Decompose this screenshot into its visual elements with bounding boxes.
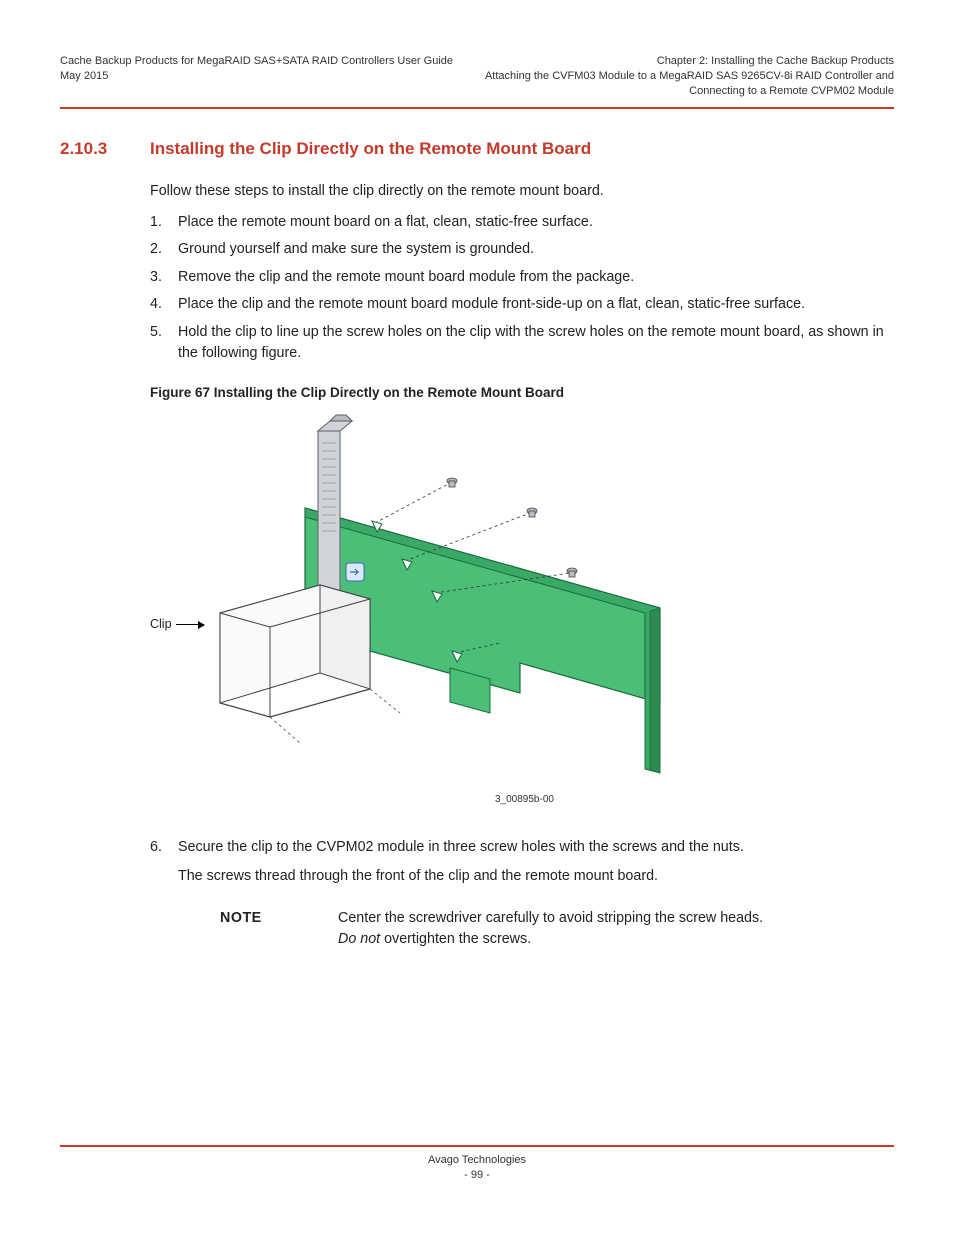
page-footer: Avago Technologies - 99 -	[60, 1145, 894, 1183]
note-line2: Do not overtighten the screws.	[338, 929, 763, 950]
steps-list: Place the remote mount board on a flat, …	[150, 212, 894, 365]
chapter-subtitle-2: Connecting to a Remote CVPM02 Module	[485, 84, 894, 99]
doc-date: May 2015	[60, 69, 453, 84]
note-line1: Center the screwdriver carefully to avoi…	[338, 908, 763, 929]
section-number: 2.10.3	[60, 139, 122, 159]
page-header: Cache Backup Products for MegaRAID SAS+S…	[60, 54, 894, 99]
steps-list-continued: Secure the clip to the CVPM02 module in …	[150, 837, 894, 888]
section-heading: 2.10.3 Installing the Clip Directly on t…	[60, 139, 894, 159]
intro-paragraph: Follow these steps to install the clip d…	[150, 181, 894, 202]
list-item: Ground yourself and make sure the system…	[150, 239, 894, 260]
figure-diagram	[150, 413, 710, 793]
note-emphasis: Do not	[338, 931, 380, 947]
figure-caption: Figure 67 Installing the Clip Directly o…	[150, 383, 894, 403]
chapter-subtitle-1: Attaching the CVFM03 Module to a MegaRAI…	[485, 69, 894, 84]
footer-page-number: - 99 -	[60, 1168, 894, 1183]
body-content: Follow these steps to install the clip d…	[150, 181, 894, 951]
note-body: Center the screwdriver carefully to avoi…	[338, 908, 763, 951]
step6-subtext: The screws thread through the front of t…	[178, 866, 894, 887]
document-page: Cache Backup Products for MegaRAID SAS+S…	[0, 0, 954, 1235]
section-title: Installing the Clip Directly on the Remo…	[150, 139, 591, 159]
figure-reference-number: 3_00895b-00	[495, 792, 554, 807]
list-item: Remove the clip and the remote mount boa…	[150, 267, 894, 288]
note-line2-rest: overtighten the screws.	[380, 931, 531, 947]
step6-text: Secure the clip to the CVPM02 module in …	[178, 839, 744, 855]
figure-67: Clip 3_00895b-00	[150, 413, 710, 813]
doc-title: Cache Backup Products for MegaRAID SAS+S…	[60, 54, 453, 69]
header-right: Chapter 2: Installing the Cache Backup P…	[485, 54, 894, 99]
chapter-title: Chapter 2: Installing the Cache Backup P…	[485, 54, 894, 69]
note-label: NOTE	[220, 908, 338, 951]
list-item: Place the remote mount board on a flat, …	[150, 212, 894, 233]
header-left: Cache Backup Products for MegaRAID SAS+S…	[60, 54, 453, 99]
footer-text: Avago Technologies - 99 -	[60, 1153, 894, 1183]
list-item: Secure the clip to the CVPM02 module in …	[150, 837, 894, 888]
callout-arrow-icon	[176, 624, 204, 625]
list-item: Hold the clip to line up the screw holes…	[150, 322, 894, 365]
footer-divider	[60, 1145, 894, 1147]
footer-company: Avago Technologies	[60, 1153, 894, 1168]
header-divider	[60, 107, 894, 109]
clip-callout: Clip	[150, 615, 204, 634]
note-block: NOTE Center the screwdriver carefully to…	[220, 908, 894, 951]
clip-label-text: Clip	[150, 615, 172, 634]
list-item: Place the clip and the remote mount boar…	[150, 294, 894, 315]
